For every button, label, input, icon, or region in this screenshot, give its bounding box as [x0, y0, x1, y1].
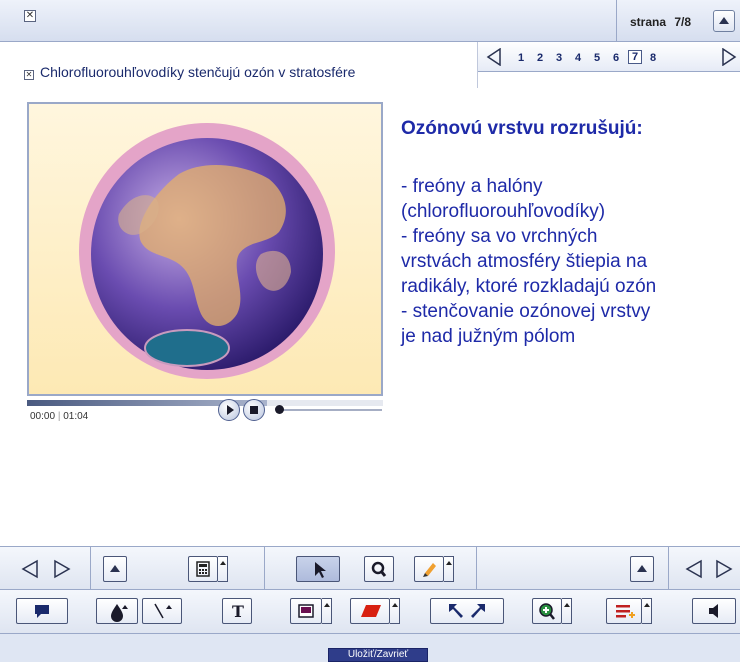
arrow-left-icon[interactable] [20, 559, 40, 579]
comment-icon [35, 605, 49, 618]
expand-right-button[interactable] [630, 556, 654, 582]
page-link-5[interactable]: 5 [594, 52, 600, 64]
line-icon [154, 603, 172, 619]
list-add-icon [616, 605, 635, 618]
close-icon[interactable]: ✕ [24, 10, 36, 22]
magnifier-icon [371, 561, 387, 577]
speaker-icon [709, 604, 718, 618]
content-line: vrstvách atmosféry štiepia na [401, 251, 648, 272]
shape-icon [361, 605, 381, 617]
arrow-up-icon [719, 17, 729, 24]
toolbar-top [0, 546, 740, 591]
content-line: radikály, ktoré rozkladajú ozón [401, 276, 657, 297]
cursor-icon [315, 562, 326, 578]
play-button[interactable] [218, 399, 240, 421]
page-link-1[interactable]: 1 [518, 52, 524, 64]
highlighter-button[interactable] [414, 556, 444, 582]
content-line: - freóny a halóny [401, 176, 543, 197]
divider [668, 547, 669, 591]
page-value: 7/8 [674, 15, 692, 29]
arrow-up-icon [110, 565, 120, 572]
toolbar-bottom: T [0, 590, 740, 634]
shape-dropdown[interactable] [390, 598, 400, 624]
volume-slider-knob[interactable] [275, 405, 284, 414]
zoom-in-button[interactable] [532, 598, 562, 624]
text-tool-icon: T [232, 602, 244, 621]
line-button[interactable] [142, 598, 182, 624]
comment-button[interactable] [16, 598, 68, 624]
slide-title: Chlorofluorouhľovodíky stenčujú ozón v s… [40, 64, 356, 80]
arrow-right-icon[interactable] [52, 559, 72, 579]
divider [476, 547, 477, 591]
ink-drop-icon [111, 604, 128, 622]
content-line: - stenčovanie ozónovej vrstvy [401, 301, 651, 322]
sound-button[interactable] [692, 598, 736, 624]
video-time: 00:00 | 01:04 [30, 411, 88, 422]
calculator-icon [196, 561, 210, 577]
stop-icon [250, 406, 258, 414]
page-link-2[interactable]: 2 [537, 52, 543, 64]
arrow-right-icon[interactable] [714, 559, 734, 579]
volume-slider-track[interactable] [282, 409, 382, 411]
arrow-left-icon[interactable] [486, 48, 502, 66]
redo-icon [471, 604, 485, 618]
list-dropdown[interactable] [642, 598, 652, 624]
content-line: - freóny sa vo vrchných [401, 226, 598, 247]
calculator-dropdown[interactable] [218, 556, 228, 582]
text-tool-button[interactable]: T [222, 598, 252, 624]
time-current: 00:00 [30, 411, 56, 422]
divider [264, 547, 265, 591]
fill-color-icon [298, 604, 314, 618]
content-line: je nad južným pólom [401, 326, 576, 347]
content-heading: Ozónovú vrstvu rozrušujú: [401, 118, 643, 139]
stop-button[interactable] [243, 399, 265, 421]
page-link-7-current[interactable]: 7 [628, 50, 643, 64]
select-tool-button[interactable] [296, 556, 340, 582]
divider [90, 547, 91, 591]
pencil-icon [423, 563, 436, 577]
content-body: - freóny a halóny (chlorofluorouhľovodík… [401, 174, 656, 349]
highlighter-dropdown[interactable] [444, 556, 454, 582]
list-add-button[interactable] [606, 598, 642, 624]
arrow-up-icon [637, 565, 647, 572]
time-total: 01:04 [63, 411, 89, 422]
collapse-top-button[interactable] [713, 10, 735, 32]
arrow-right-icon[interactable] [721, 48, 737, 66]
arrow-left-icon[interactable] [684, 559, 704, 579]
page-label: strana [630, 15, 667, 29]
earth-globe-image [79, 123, 335, 379]
zoom-in-icon [539, 603, 555, 620]
video-player[interactable] [27, 102, 383, 396]
page-link-8[interactable]: 8 [650, 52, 656, 64]
save-close-button[interactable]: Uložiť/Zavrieť [328, 648, 428, 662]
expand-button[interactable] [103, 556, 127, 582]
time-separator: | [57, 411, 61, 422]
undo-icon [449, 604, 485, 618]
page-navigator: 1 2 3 4 5 6 7 8 [478, 42, 740, 72]
zoom-tool-button[interactable] [364, 556, 394, 582]
svg-text:T: T [232, 602, 244, 621]
ink-button[interactable] [96, 598, 138, 624]
calculator-button[interactable] [188, 556, 218, 582]
page-link-4[interactable]: 4 [575, 52, 581, 64]
fill-color-dropdown[interactable] [322, 598, 332, 624]
page-indicator: strana 7/8 [616, 0, 704, 42]
close-slide-icon[interactable]: ✕ [24, 70, 34, 80]
zoom-dropdown[interactable] [562, 598, 572, 624]
shape-button[interactable] [350, 598, 390, 624]
undo-redo-button[interactable] [430, 598, 504, 624]
fill-color-button[interactable] [290, 598, 322, 624]
content-line: (chlorofluorouhľovodíky) [401, 201, 606, 222]
page-link-3[interactable]: 3 [556, 52, 562, 64]
page-link-6[interactable]: 6 [613, 52, 619, 64]
play-icon [227, 405, 234, 415]
